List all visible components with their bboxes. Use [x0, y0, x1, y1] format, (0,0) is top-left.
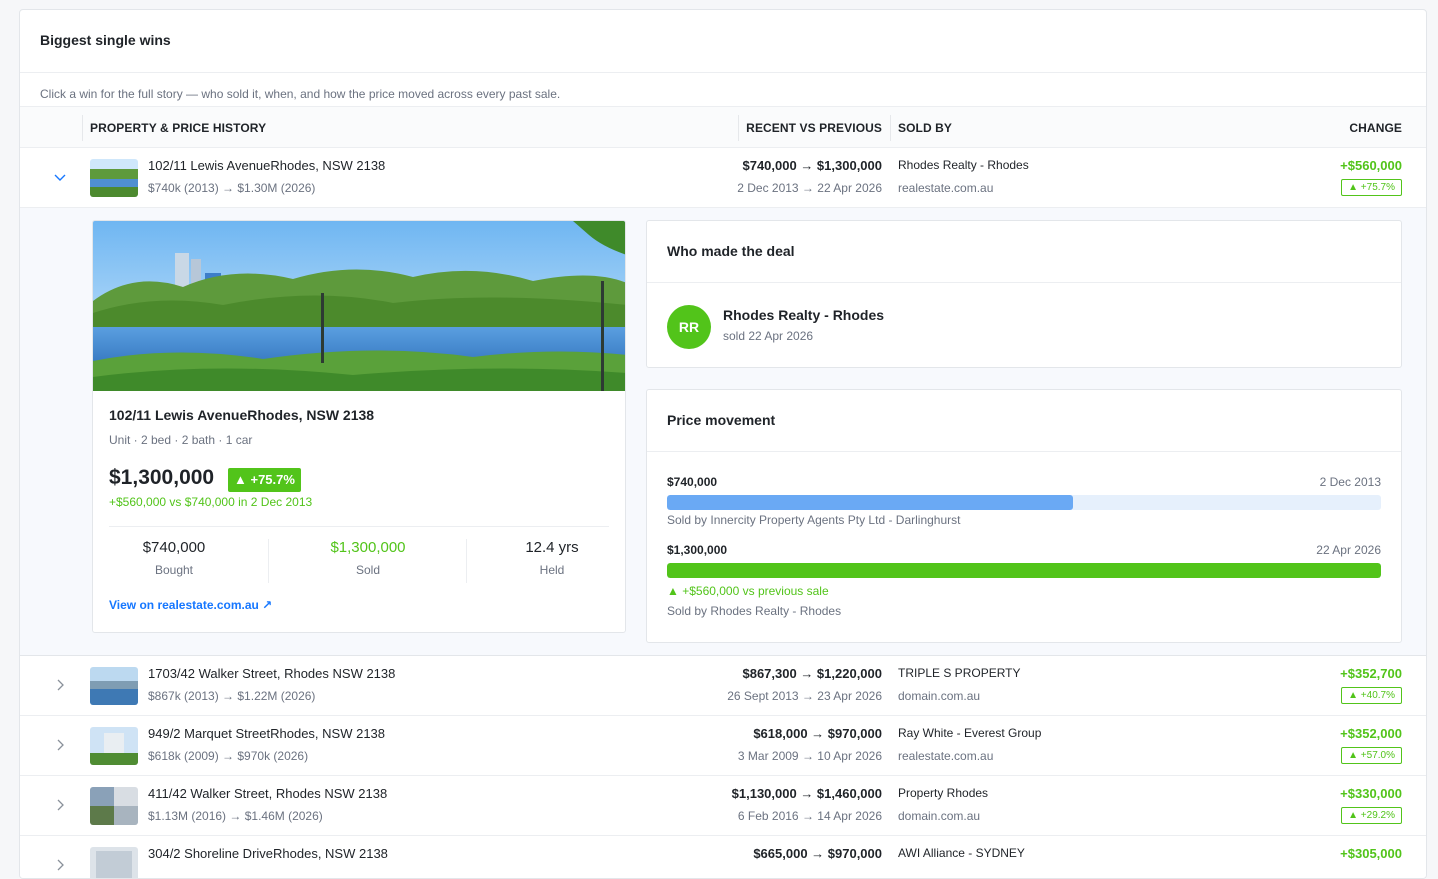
card-subtitle: Click a win for the full story — who sol… [40, 87, 561, 101]
row-prices: $665,000 → $970,000 [753, 846, 882, 861]
chevron-right-icon[interactable] [52, 858, 68, 874]
row-change: +$305,000 [1340, 846, 1402, 861]
price-movement-panel: Price movement $740,000 2 Dec 2013 Sold … [646, 389, 1402, 643]
deal-panel: Who made the deal RR Rhodes Realty - Rho… [646, 220, 1402, 368]
sale-bar [667, 495, 1381, 510]
property-hero-image [93, 221, 625, 391]
divider [466, 539, 467, 583]
view-listing-link[interactable]: View on realestate.com.au ↗ [109, 598, 272, 612]
property-change-badge: ▲ +75.7% [228, 468, 301, 492]
property-specs: Unit · 2 bed · 2 bath · 1 car [109, 433, 253, 447]
row-change: +$352,000 [1340, 726, 1402, 741]
col-change[interactable]: CHANGE [1349, 121, 1402, 135]
sale-price: $1,300,000 [667, 543, 728, 557]
biggest-wins-card: Biggest single wins Click a win for the … [19, 9, 1427, 879]
row-history: $1.13M (2016) → $1.46M (2026) [148, 809, 323, 823]
row-dates: 6 Feb 2016 → 14 Apr 2026 [737, 809, 882, 823]
chevron-right-icon[interactable] [52, 798, 68, 814]
col-sold-by[interactable]: SOLD BY [889, 115, 952, 141]
sale-bar-fill [667, 495, 1074, 510]
sale-bar-fill [667, 563, 1381, 578]
sale-bar [667, 563, 1381, 578]
row-agent: Property Rhodes [898, 786, 989, 800]
row-detail-panel: 102/11 Lewis AvenueRhodes, NSW 2138 Unit… [20, 208, 1426, 656]
row-change-badge: ▲ +40.7% [1341, 687, 1402, 704]
table-row[interactable]: 949/2 Marquet StreetRhodes, NSW 2138 $61… [20, 716, 1426, 776]
stat-bought: $740,000 Bought [109, 539, 239, 577]
table-row[interactable]: 102/11 Lewis AvenueRhodes, NSW 2138 $740… [20, 148, 1426, 208]
row-dates: 2 Dec 2013 → 22 Apr 2026 [737, 181, 882, 195]
row-change: +$330,000 [1340, 786, 1402, 801]
row-dates: 26 Sept 2013 → 23 Apr 2026 [727, 689, 882, 703]
row-address: 411/42 Walker Street, Rhodes NSW 2138 [148, 786, 388, 801]
stat-sold: $1,300,000 Sold [293, 539, 443, 577]
row-agent: AWI Alliance - SYDNEY [898, 846, 1025, 860]
property-delta: +$560,000 vs $740,000 in 2 Dec 2013 [109, 495, 313, 509]
property-thumbnail[interactable] [90, 667, 138, 705]
property-card: 102/11 Lewis AvenueRhodes, NSW 2138 Unit… [92, 220, 626, 633]
chevron-right-icon[interactable] [52, 738, 68, 754]
stat-label: Held [539, 563, 565, 577]
table-header: PROPERTY & PRICE HISTORY RECENT VS PREVI… [20, 106, 1426, 148]
stat-value: 12.4 yrs [525, 539, 579, 556]
row-prices: $867,300 → $1,220,000 [742, 666, 882, 681]
stat-label: Bought [154, 563, 194, 577]
stat-value: $1,300,000 [330, 539, 406, 556]
sale-gain: ▲ +$560,000 vs previous sale [667, 584, 829, 598]
row-change-badge: ▲ +57.0% [1341, 747, 1402, 764]
stat-value: $740,000 [142, 539, 206, 556]
deal-agent: Rhodes Realty - Rhodes [723, 307, 885, 323]
row-agent: TRIPLE S PROPERTY [898, 666, 1021, 680]
chevron-right-icon[interactable] [52, 678, 68, 694]
deal-heading: Who made the deal [647, 221, 1401, 283]
avatar: RR [667, 305, 711, 349]
sale-price: $740,000 [667, 475, 718, 489]
row-change-badge: ▲ +75.7% [1341, 179, 1402, 196]
property-price: $1,300,000 [109, 466, 215, 489]
stat-held: 12.4 yrs Held [493, 539, 611, 577]
row-change: +$560,000 [1340, 158, 1402, 173]
row-prices: $618,000 → $970,000 [753, 726, 882, 741]
row-address: 1703/42 Walker Street, Rhodes NSW 2138 [148, 666, 396, 681]
property-thumbnail[interactable] [90, 727, 138, 765]
row-address: 102/11 Lewis AvenueRhodes, NSW 2138 [148, 158, 386, 173]
property-thumbnail[interactable] [90, 787, 138, 825]
property-title: 102/11 Lewis AvenueRhodes, NSW 2138 [109, 407, 375, 423]
row-history: $867k (2013) → $1.22M (2026) [148, 689, 316, 703]
row-address: 949/2 Marquet StreetRhodes, NSW 2138 [148, 726, 386, 741]
property-thumbnail[interactable] [90, 159, 138, 197]
row-source: domain.com.au [898, 689, 981, 703]
divider [109, 526, 609, 527]
chevron-down-icon[interactable] [52, 170, 68, 186]
row-dates: 3 Mar 2009 → 10 Apr 2026 [737, 749, 882, 763]
row-agent: Rhodes Realty - Rhodes [898, 158, 1029, 172]
row-prices: $1,130,000 → $1,460,000 [731, 786, 882, 801]
col-recent[interactable]: RECENT VS PREVIOUS [738, 115, 882, 141]
row-agent: Ray White - Everest Group [898, 726, 1042, 740]
deal-sold-date: sold 22 Apr 2026 [723, 329, 814, 343]
property-thumbnail[interactable] [90, 847, 138, 878]
row-source: realestate.com.au [898, 181, 994, 195]
row-history: $618k (2009) → $970k (2026) [148, 749, 309, 763]
row-source: domain.com.au [898, 809, 981, 823]
col-property[interactable]: PROPERTY & PRICE HISTORY [81, 115, 266, 141]
row-prices: $740,000 → $1,300,000 [742, 158, 882, 173]
sale-note: Sold by Innercity Property Agents Pty Lt… [667, 513, 961, 527]
divider [268, 539, 269, 583]
movement-heading: Price movement [647, 390, 1401, 452]
row-change-badge: ▲ +29.2% [1341, 807, 1402, 824]
row-change: +$352,700 [1340, 666, 1402, 681]
row-history: $740k (2013) → $1.30M (2026) [148, 181, 316, 195]
card-title: Biggest single wins [20, 10, 1426, 73]
table-row[interactable]: 1703/42 Walker Street, Rhodes NSW 2138 $… [20, 656, 1426, 716]
sale-note: Sold by Rhodes Realty - Rhodes [667, 604, 842, 618]
row-address: 304/2 Shoreline DriveRhodes, NSW 2138 [148, 846, 388, 861]
row-source: realestate.com.au [898, 749, 994, 763]
table-row[interactable]: 304/2 Shoreline DriveRhodes, NSW 2138 $6… [20, 836, 1426, 878]
sale-date: 22 Apr 2026 [1316, 543, 1381, 557]
sale-date: 2 Dec 2013 [1319, 475, 1381, 489]
stat-label: Sold [355, 563, 381, 577]
table-row[interactable]: 411/42 Walker Street, Rhodes NSW 2138 $1… [20, 776, 1426, 836]
